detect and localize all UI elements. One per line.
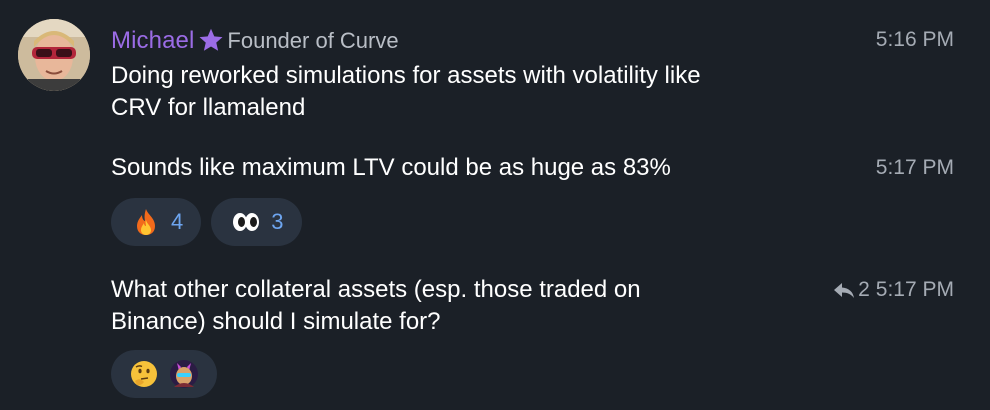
message-time-label: 5:17 PM: [875, 278, 954, 301]
message-text: What other collateral assets (esp. those…: [111, 276, 641, 335]
eyes-emoji-icon: [231, 207, 261, 237]
message-time: 2 5:17 PM: [832, 278, 954, 302]
reaction-fire[interactable]: 4: [111, 198, 202, 246]
sender-title: Founder of Curve: [227, 28, 399, 53]
message-header: Michael Founder of Curve: [111, 26, 399, 56]
thinking-face-emoji-icon: [129, 359, 159, 389]
reply-icon[interactable]: [832, 280, 856, 300]
message-time: 5:17 PM: [876, 156, 954, 180]
reaction-bar: [111, 350, 217, 398]
reply-count[interactable]: 2: [858, 278, 870, 302]
message-text: Sounds like maximum LTV could be as huge…: [111, 154, 671, 181]
llama-avatar-emoji-icon: [169, 359, 199, 389]
reaction-bar: 4 3: [111, 198, 302, 246]
message-time: 5:16 PM: [876, 28, 954, 52]
reaction-count: 3: [271, 209, 284, 234]
star-icon: [196, 26, 226, 56]
message-time-label: 5:16 PM: [875, 28, 954, 51]
message-time-label: 5:17 PM: [875, 156, 954, 179]
sender-name[interactable]: Michael: [111, 27, 194, 55]
fire-emoji-icon: [131, 207, 161, 237]
reaction-eyes[interactable]: 3: [211, 198, 302, 246]
reaction-count: 4: [171, 209, 184, 234]
message-text: Doing reworked simulations for assets wi…: [111, 62, 701, 121]
reaction-group[interactable]: [111, 350, 217, 398]
avatar[interactable]: [18, 19, 90, 91]
